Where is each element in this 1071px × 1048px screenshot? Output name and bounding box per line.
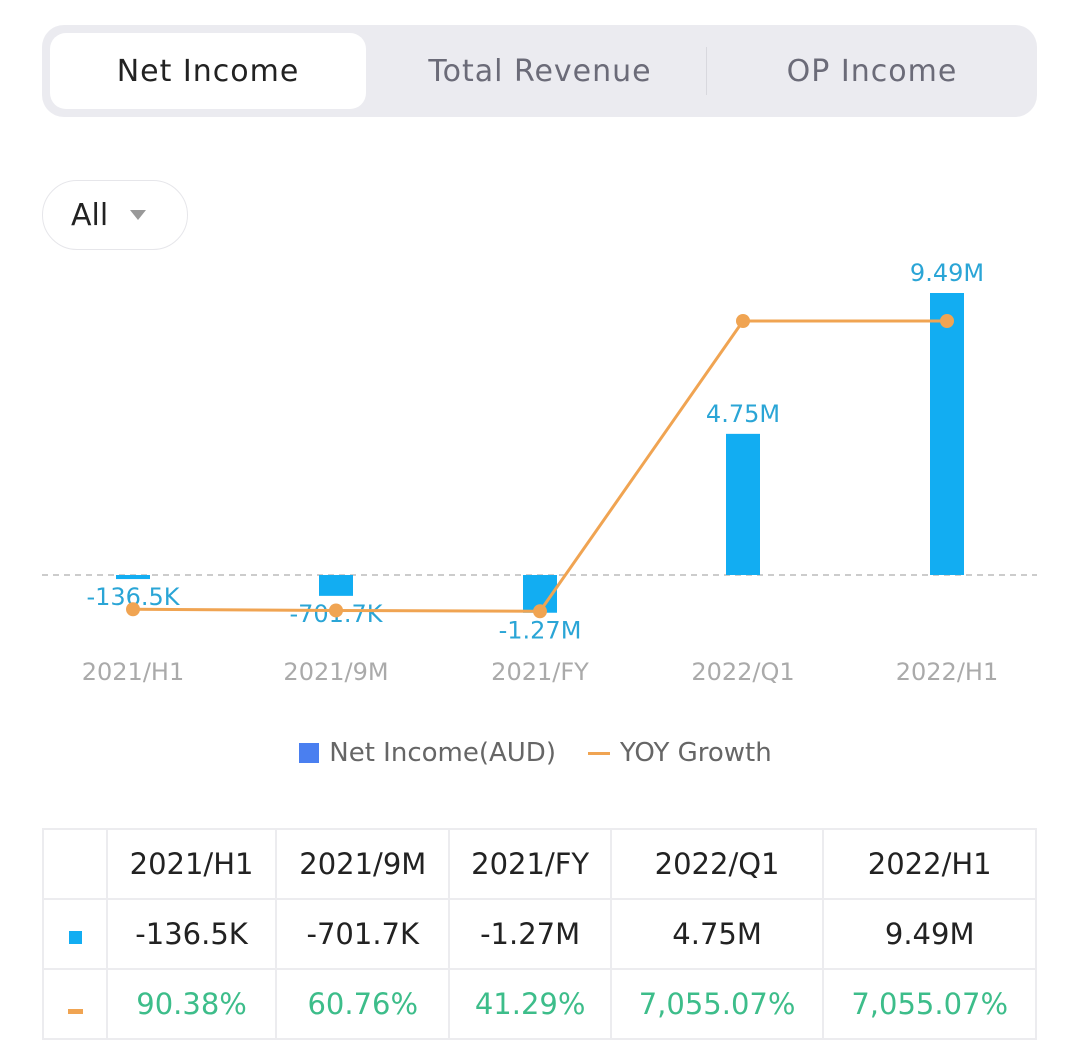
legend-bar-swatch — [299, 743, 320, 763]
table-header: 2021/FY — [448, 828, 612, 900]
table-header-row: 2021/H1 2021/9M 2021/FY 2022/Q1 2022/H1 — [42, 828, 1037, 900]
table-cell: -136.5K — [105, 898, 278, 970]
yoy-point — [736, 314, 750, 328]
table-row-net-income: -136.5K -701.7K -1.27M 4.75M 9.49M — [42, 898, 1037, 970]
tab-total-revenue[interactable]: Total Revenue — [382, 33, 698, 109]
tab-divider — [706, 47, 707, 95]
table-cell: 60.76% — [275, 968, 451, 1040]
bar — [319, 575, 353, 596]
period-filter-value: All — [71, 197, 109, 233]
yoy-point — [329, 603, 343, 618]
table-cell: -701.7K — [275, 898, 451, 970]
bar-data-label: 9.49M — [910, 259, 984, 287]
caret-down-icon — [130, 210, 147, 220]
tab-op-income[interactable]: OP Income — [714, 33, 1030, 109]
table-header: 2021/9M — [275, 828, 451, 900]
legend-bar-label: Net Income(AUD) — [329, 738, 556, 768]
yoy-point — [940, 314, 954, 328]
metric-tabs: Net Income Total Revenue OP Income — [42, 25, 1037, 117]
legend-line-swatch — [587, 751, 610, 755]
table-cell: 4.75M — [609, 898, 825, 970]
period-filter-dropdown[interactable]: All — [42, 180, 188, 250]
tab-net-income[interactable]: Net Income — [50, 33, 366, 109]
x-tick-label: 2021/9M — [283, 658, 388, 686]
x-tick-label: 2022/H1 — [896, 658, 998, 686]
table-header: 2022/Q1 — [609, 828, 825, 900]
bar-data-label: -1.27M — [499, 617, 582, 645]
table-header: 2022/H1 — [822, 828, 1037, 900]
legend-line-label: YOY Growth — [619, 738, 772, 768]
x-tick-label: 2021/H1 — [82, 658, 184, 686]
net-income-marker — [42, 898, 108, 970]
x-tick-label: 2022/Q1 — [691, 658, 794, 686]
table-cell: 90.38% — [105, 968, 278, 1040]
bar — [726, 433, 760, 575]
table-header: 2021/H1 — [105, 828, 278, 900]
data-table: 2021/H1 2021/9M 2021/FY 2022/Q1 2022/H1 … — [42, 828, 1037, 1040]
yoy-point — [533, 604, 547, 619]
yoy-marker — [42, 968, 108, 1040]
table-cell: -1.27M — [448, 898, 612, 970]
table-cell: 7,055.07% — [822, 968, 1037, 1040]
yoy-line — [132, 319, 947, 613]
bar-data-label: 4.75M — [706, 400, 780, 428]
table-cell: 7,055.07% — [609, 968, 825, 1040]
table-cell: 9.49M — [822, 898, 1037, 970]
x-tick-label: 2021/FY — [491, 658, 589, 686]
yoy-point — [126, 602, 140, 617]
table-corner — [42, 828, 108, 900]
table-cell: 41.29% — [448, 968, 612, 1040]
table-row-yoy: 90.38% 60.76% 41.29% 7,055.07% 7,055.07% — [42, 968, 1037, 1040]
bar — [116, 575, 150, 580]
bar — [930, 293, 964, 575]
net-income-chart: -136.5K-701.7K-1.27M4.75M9.49M2021/H1202… — [42, 259, 1037, 686]
chart-legend: Net Income(AUD) YOY Growth — [0, 738, 1071, 768]
